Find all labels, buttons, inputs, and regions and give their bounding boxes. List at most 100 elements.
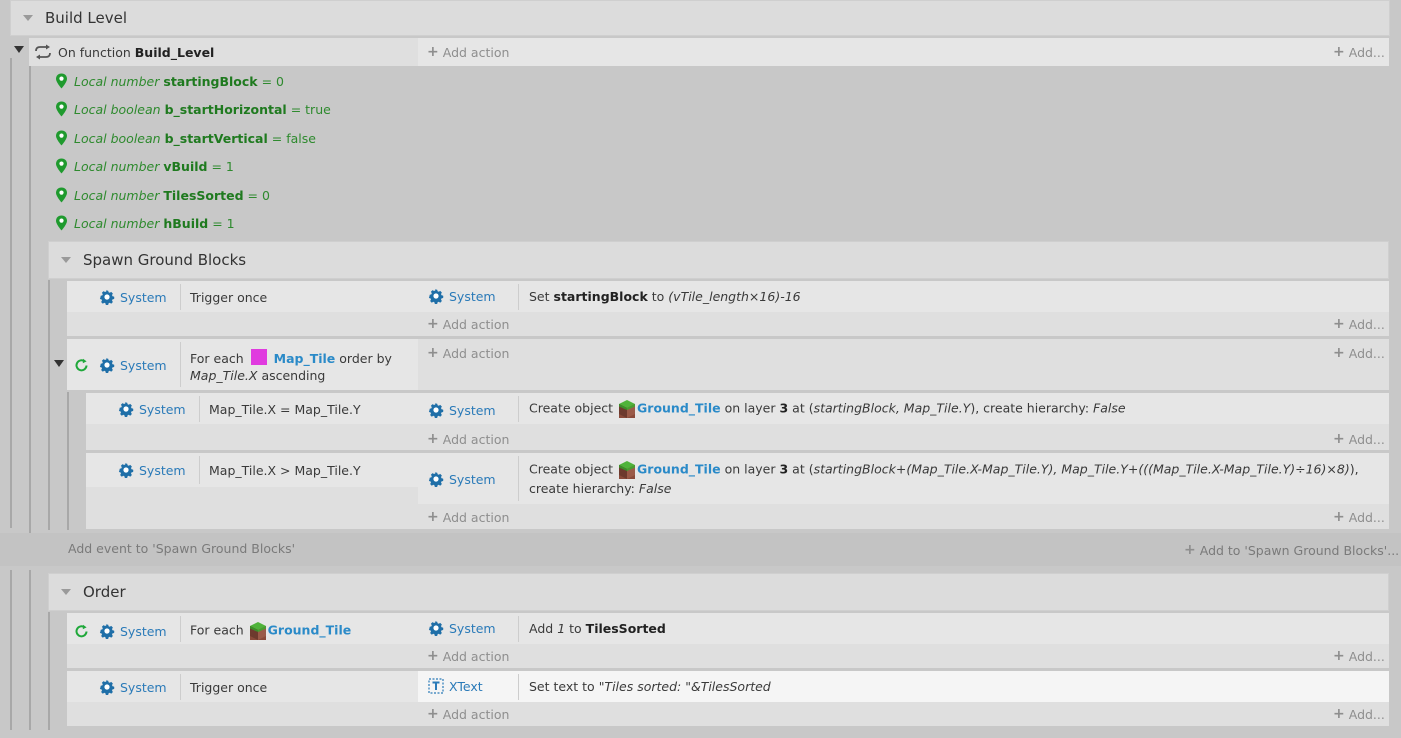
ground-tile-block-icon (619, 461, 636, 479)
add-more-link[interactable]: + Add... (1333, 509, 1385, 525)
object-label: System (120, 289, 167, 305)
add-more-link[interactable]: + Add... (1333, 316, 1385, 332)
object-name[interactable]: Ground_Tile (637, 401, 721, 416)
location-pin-icon (56, 101, 67, 117)
system-object[interactable]: System (428, 402, 496, 418)
expand-event-toggle[interactable] (54, 360, 64, 367)
divider (199, 456, 200, 484)
group-header-spawn-ground-blocks[interactable]: Spawn Ground Blocks (48, 241, 1389, 279)
function-actions (418, 38, 1389, 66)
expand-event-toggle[interactable] (14, 46, 24, 53)
add-action-link[interactable]: + Add action (427, 431, 509, 447)
object-label: System (139, 401, 186, 417)
divider (180, 674, 181, 700)
tree-line (29, 66, 31, 536)
add-more-link[interactable]: + Add... (1333, 431, 1385, 447)
action-var: TilesSorted (585, 621, 666, 636)
system-object[interactable]: System (118, 401, 186, 417)
action-verb: Create object (529, 461, 614, 477)
condition-text[interactable]: Trigger once (190, 289, 267, 306)
add-event-link[interactable]: Add event to 'Spawn Ground Blocks' (68, 541, 295, 556)
action-text[interactable]: Set text to "Tiles sorted: "&TilesSorted (529, 678, 771, 695)
gear-icon (428, 288, 444, 304)
gear-icon (99, 623, 115, 639)
condition-text[interactable]: Trigger once (190, 679, 267, 696)
xtext-object[interactable]: XText (428, 678, 483, 694)
local-kind: Local number (74, 187, 160, 203)
local-variable[interactable]: Local number startingBlock = 0 (55, 73, 284, 89)
condition-text[interactable]: Map_Tile.X > Map_Tile.Y (209, 462, 361, 479)
system-object[interactable]: System (428, 620, 496, 636)
local-name: b_startVertical (164, 130, 268, 146)
function-condition[interactable]: On function Build_Level (29, 38, 418, 66)
divider (180, 616, 181, 642)
system-object[interactable]: System (99, 357, 167, 373)
local-variable[interactable]: Local boolean b_startVertical = false (55, 130, 316, 146)
tree-line (48, 280, 50, 530)
expand-triangle-icon (14, 46, 24, 53)
divider (518, 456, 519, 501)
condition-order: ascending (261, 368, 326, 383)
group-title: Spawn Ground Blocks (83, 251, 247, 269)
group-header-order[interactable]: Order (48, 573, 1389, 611)
collapse-triangle-icon[interactable] (61, 257, 71, 263)
local-variable[interactable]: Local number TilesSorted = 0 (55, 187, 270, 203)
system-object[interactable]: System (99, 679, 167, 695)
tree-line (67, 392, 69, 530)
local-variable[interactable]: Local number vBuild = 1 (55, 158, 234, 174)
object-label: System (449, 288, 496, 304)
add-more-link[interactable]: + Add... (1333, 648, 1385, 664)
group-header-build-level[interactable]: Build Level (10, 0, 1390, 36)
add-action-link[interactable]: + Add action (427, 44, 509, 60)
system-object[interactable]: System (118, 462, 186, 478)
add-action-label: Add action (442, 316, 510, 332)
local-variable[interactable]: Local number hBuild = 1 (55, 215, 235, 231)
gear-icon (118, 401, 134, 417)
action-text[interactable]: Add 1 to TilesSorted (529, 620, 666, 637)
gear-icon (428, 471, 444, 487)
object-name[interactable]: Map_Tile (274, 351, 336, 366)
condition-text[interactable]: Map_Tile.X = Map_Tile.Y (209, 401, 361, 418)
condition-text[interactable]: For each Ground_Tile (190, 621, 351, 641)
ground-tile-block-icon (249, 622, 266, 640)
hierarchy-value: False (638, 481, 672, 496)
add-more-link[interactable]: + Add... (1333, 44, 1385, 60)
collapse-triangle-icon[interactable] (61, 589, 71, 595)
add-to-group-link[interactable]: + Add to 'Spawn Ground Blocks'... (1184, 542, 1399, 558)
action-verb: Set (529, 289, 550, 304)
local-value: = 1 (212, 215, 235, 231)
add-action-link[interactable]: + Add action (427, 509, 509, 525)
collapse-triangle-icon[interactable] (23, 15, 33, 21)
add-action-link[interactable]: + Add action (427, 345, 509, 361)
system-object[interactable]: System (99, 623, 167, 639)
object-label: XText (449, 678, 483, 694)
action-at: at ( (792, 461, 814, 477)
object-name[interactable]: Ground_Tile (268, 623, 352, 638)
divider (518, 396, 519, 422)
add-more-link[interactable]: + Add... (1333, 345, 1385, 361)
action-expr: "Tiles sorted: "&TilesSorted (598, 679, 771, 694)
local-name: hBuild (163, 215, 209, 231)
action-text[interactable]: Create object Ground_Tile on layer 3 at … (529, 399, 1126, 419)
local-variable[interactable]: Local boolean b_startHorizontal = true (55, 101, 331, 117)
condition-text[interactable]: For each Map_Tile order by Map_Tile.X as… (190, 349, 392, 384)
add-action-link[interactable]: + Add action (427, 706, 509, 722)
action-text[interactable]: Set startingBlock to (vTile_length×16)-1… (529, 288, 801, 305)
gear-icon (118, 462, 134, 478)
add-more-link[interactable]: + Add... (1333, 706, 1385, 722)
gear-icon (428, 620, 444, 636)
group-title: Build Level (45, 9, 128, 27)
group-title: Order (83, 583, 126, 601)
object-name[interactable]: Ground_Tile (637, 462, 721, 477)
action-text[interactable]: Create object Ground_Tile on layer 3 at … (529, 460, 1379, 497)
object-label: System (120, 679, 167, 695)
system-object[interactable]: System (99, 289, 167, 305)
system-object[interactable]: System (428, 288, 496, 304)
ground-tile-block-icon (619, 400, 636, 418)
add-action-link[interactable]: + Add action (427, 316, 509, 332)
gear-icon (99, 357, 115, 373)
system-object[interactable]: System (428, 471, 496, 487)
loop-icon (75, 624, 88, 638)
action-mid: on layer (724, 461, 776, 477)
add-action-link[interactable]: + Add action (427, 648, 509, 664)
